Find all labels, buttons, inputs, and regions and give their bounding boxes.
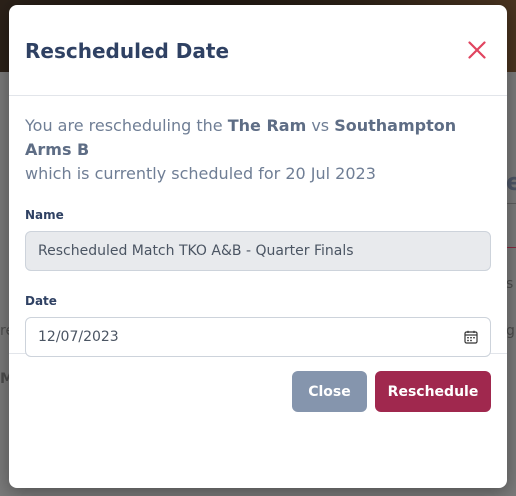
reschedule-button[interactable]: Reschedule <box>375 371 491 412</box>
date-field-value: 12/07/2023 <box>38 329 119 345</box>
current-schedule-text: which is currently scheduled for 20 Jul … <box>25 164 376 183</box>
intro-prefix: You are rescheduling the <box>25 116 228 135</box>
reschedule-description: You are rescheduling the The Ram vs Sout… <box>25 114 491 186</box>
close-icon[interactable] <box>463 36 491 64</box>
background-text-fragment: g <box>506 323 515 339</box>
date-field-label: Date <box>25 294 57 308</box>
reschedule-dialog: Rescheduled Date You are rescheduling th… <box>9 5 507 488</box>
name-field[interactable]: Rescheduled Match TKO A&B - Quarter Fina… <box>25 231 491 271</box>
intro-versus: vs <box>306 116 335 135</box>
home-team-name: The Ram <box>227 116 307 135</box>
dialog-title: Rescheduled Date <box>25 39 230 63</box>
background-heading-fragment: e <box>506 168 516 196</box>
calendar-icon[interactable] <box>464 330 478 344</box>
background-divider <box>506 247 516 248</box>
dialog-header: Rescheduled Date <box>9 5 507 96</box>
background-text-fragment: s <box>506 276 514 292</box>
dialog-body: You are rescheduling the The Ram vs Sout… <box>9 96 507 357</box>
dialog-footer: Close Reschedule <box>9 354 507 412</box>
date-field[interactable]: 12/07/2023 <box>25 317 491 357</box>
name-field-label: Name <box>25 208 64 222</box>
close-button[interactable]: Close <box>292 371 367 412</box>
name-field-value: Rescheduled Match TKO A&B - Quarter Fina… <box>38 243 354 259</box>
background-divider <box>506 203 516 204</box>
